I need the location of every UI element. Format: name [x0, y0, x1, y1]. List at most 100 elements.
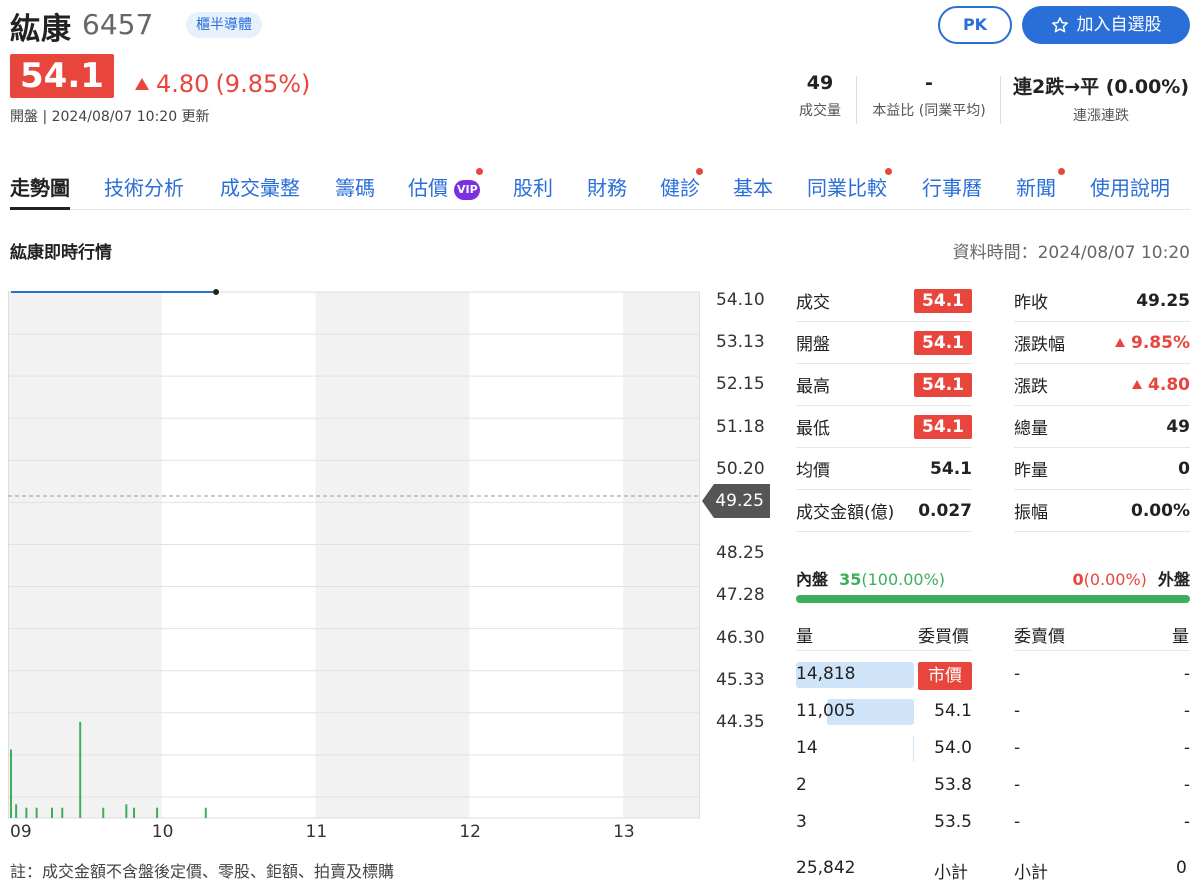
inner-label: 內盤 [796, 570, 829, 589]
quote-value: 54.1 [914, 330, 972, 355]
section-title: 紘康即時行情 [10, 243, 112, 263]
bid-volume: 11,005 [796, 701, 856, 721]
quote-value-text: 9.85% [1131, 332, 1190, 353]
ask-volume: - [1183, 775, 1190, 795]
notification-dot [476, 168, 483, 175]
quote-value: 0.027 [918, 500, 972, 521]
bid-volume: 14,818 [796, 664, 856, 684]
orderbook-header-bid-price: 委買價 [918, 627, 969, 647]
quote-row: 成交金額(億) 0.027 [796, 490, 972, 532]
summary-streak-value: 連2跌→平 (0.00%) [1012, 76, 1190, 98]
pk-button[interactable]: PK [938, 6, 1012, 44]
inner-value: 35 [839, 570, 862, 589]
tab-peer-compare-label: 同業比較 [807, 176, 887, 200]
quote-row: 成交 54.1 [796, 280, 972, 322]
tab-basic[interactable]: 基本 [733, 172, 773, 210]
tab-help[interactable]: 使用說明 [1090, 172, 1170, 210]
quote-value: 0 [1178, 458, 1190, 479]
summary-volume-value: 49 [806, 72, 834, 94]
quote-label: 昨量 [1014, 461, 1048, 481]
bid-price: 53.8 [934, 775, 972, 795]
change-percent: (9.85%) [215, 70, 311, 98]
outer-label: 外盤 [1157, 570, 1190, 589]
ask-subtotal-volume: 0 [1176, 858, 1187, 878]
quote-row: 均價 54.1 [796, 448, 972, 490]
bid-volume: 2 [796, 775, 807, 795]
x-tick-label: 12 [459, 822, 481, 842]
ask-price: - [1014, 775, 1021, 795]
notification-dot [696, 168, 703, 175]
tab-calendar[interactable]: 行事曆 [922, 172, 982, 210]
quote-label: 成交金額(億) [796, 503, 895, 523]
x-tick-label: 13 [613, 822, 635, 842]
sector-tag[interactable]: 櫃半導體 [186, 12, 262, 38]
ask-volume: - [1183, 738, 1190, 758]
tab-news[interactable]: 新聞 [1016, 168, 1065, 210]
price-change: 4.80 (9.85%) [134, 70, 310, 98]
up-triangle-icon [1115, 337, 1126, 347]
x-tick-label: 10 [151, 822, 174, 842]
y-tick-label: 53.13 [716, 332, 765, 353]
current-price: 54.1 [10, 54, 114, 98]
ask-price: - [1014, 738, 1021, 758]
summary-streak: 連2跌→平 (0.00%) 連漲連跌 [1008, 72, 1194, 125]
summary-volume: 49 成交量 [790, 72, 850, 120]
quote-value: 54.1 [930, 458, 972, 479]
order-flow-bar [796, 595, 1190, 603]
outer-value: 0 [1072, 570, 1084, 589]
summary-divider [1000, 76, 1001, 124]
quote-label: 總量 [1014, 419, 1048, 439]
stock-name: 紘康 [10, 12, 72, 47]
notification-dot [885, 168, 892, 175]
y-tick-label: 46.30 [716, 627, 765, 648]
outer-percent: (0.00%) [1083, 570, 1147, 589]
tab-diagnosis[interactable]: 健診 [660, 168, 703, 210]
market-order-badge: 市價 [918, 662, 972, 690]
tab-trend[interactable]: 走勢圖 [10, 172, 70, 210]
add-watchlist-button[interactable]: 加入自選股 [1022, 6, 1190, 44]
up-triangle-icon [1132, 379, 1143, 389]
tab-trades[interactable]: 成交彙整 [220, 172, 300, 210]
outer-flow: 0(0.00%) 外盤 [1072, 566, 1190, 590]
quote-value: 54.1 [914, 414, 972, 439]
star-icon [1051, 17, 1068, 33]
tab-dividend[interactable]: 股利 [513, 172, 553, 210]
quote-row: 漲跌幅 9.85% [1014, 322, 1190, 364]
quote-label: 漲跌幅 [1014, 335, 1065, 355]
chart-hour-band [315, 292, 470, 818]
ask-volume: - [1183, 812, 1190, 832]
chart-hour-band [8, 292, 162, 818]
intraday-chart[interactable] [8, 280, 708, 820]
ask-subtotal-label: 小計 [1014, 863, 1048, 883]
bid-volume: 3 [796, 812, 807, 832]
quote-value: 9.85% [1114, 333, 1190, 353]
tab-technical[interactable]: 技術分析 [104, 172, 184, 210]
orderbook-header-ask-price: 委賣價 [1014, 627, 1065, 647]
tab-valuation[interactable]: 估價 VIP [408, 168, 483, 210]
tab-peer-compare[interactable]: 同業比較 [807, 168, 892, 210]
summary-pe-label: 本益比 (同業平均) [872, 103, 986, 119]
quote-value: 4.80 [1131, 375, 1190, 395]
vip-badge: VIP [454, 180, 481, 200]
up-triangle-icon [135, 78, 149, 90]
footnote: 註：成交金額不含盤後定價、零股、鉅額、拍賣及標購 [10, 862, 395, 881]
y-tick-label: 51.18 [716, 416, 765, 437]
quote-row: 開盤 54.1 [796, 322, 972, 364]
data-time: 資料時間：2024/08/07 10:20 [952, 243, 1190, 263]
inner-flow: 內盤 35(100.00%) [796, 566, 945, 590]
y-tick-label: 47.28 [716, 585, 765, 606]
orderbook-divider [1014, 650, 1190, 651]
tab-news-label: 新聞 [1016, 176, 1056, 200]
orderbook-divider [796, 650, 972, 651]
stock-code: 6457 [82, 8, 154, 41]
orderbook-header-ask-volume: 量 [1172, 627, 1189, 647]
y-tick-label: 44.35 [716, 712, 765, 732]
order-flow: 內盤 35(100.00%) 0(0.00%) 外盤 [796, 566, 1190, 590]
tab-finance[interactable]: 財務 [587, 172, 627, 210]
tab-chips[interactable]: 籌碼 [335, 172, 375, 210]
x-tick-label: 09 [10, 822, 32, 842]
quote-label: 均價 [796, 461, 830, 481]
notification-dot [1058, 168, 1065, 175]
ask-price: - [1014, 701, 1021, 721]
orderbook-header-bid-volume: 量 [796, 627, 813, 647]
